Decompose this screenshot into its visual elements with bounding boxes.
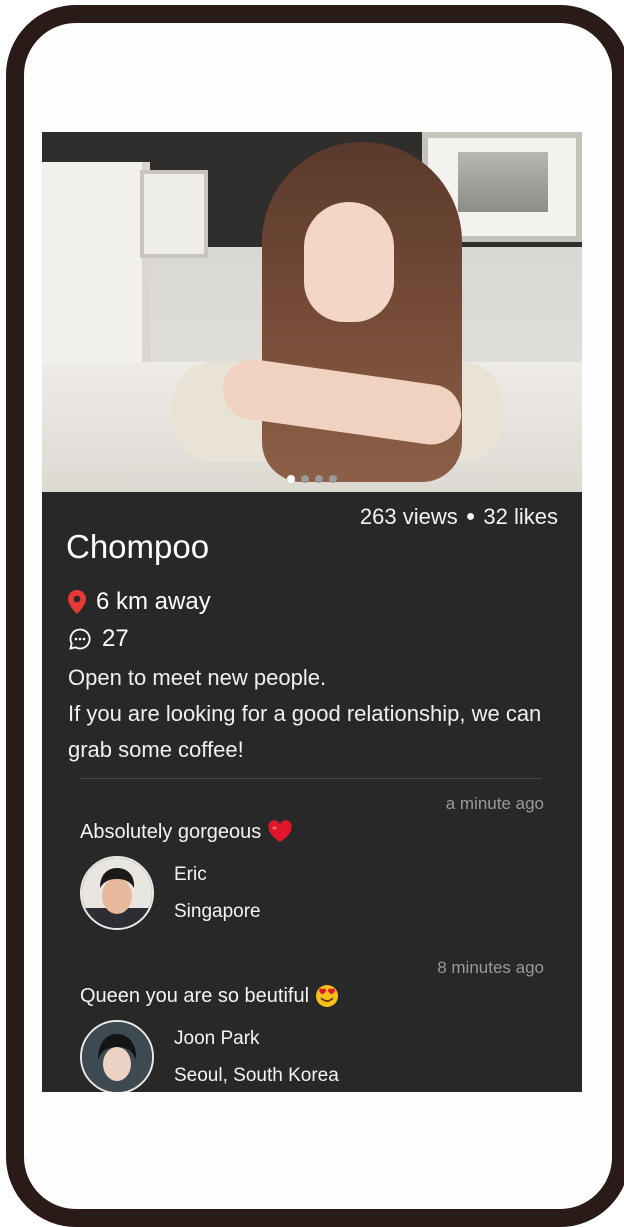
avatar[interactable] xyxy=(80,1020,154,1092)
comment-user-location: Seoul, South Korea xyxy=(174,1065,339,1086)
section-divider xyxy=(80,778,542,779)
carousel-dot[interactable] xyxy=(301,475,309,483)
profile-screen: 263 views ● 32 likes Chompoo 6 km away 2… xyxy=(42,132,582,1092)
likes-count: 32 likes xyxy=(483,504,558,529)
heart-eyes-emoji-icon xyxy=(316,985,339,1007)
carousel-dot[interactable] xyxy=(329,475,337,483)
bio-line: Open to meet new people. xyxy=(68,665,327,690)
avatar-image xyxy=(82,858,152,928)
comment-time: a minute ago xyxy=(445,794,544,813)
comment-item: 8 minutes ago Queen you are so beutiful … xyxy=(80,958,544,1092)
comment-text-row: Absolutely gorgeous xyxy=(80,820,293,844)
carousel-dots xyxy=(42,475,582,483)
carousel-dot[interactable] xyxy=(315,475,323,483)
photo-person-face xyxy=(304,202,394,322)
comment-user-location: Singapore xyxy=(174,901,261,922)
chat-bubble-icon xyxy=(69,628,91,650)
comment-text: Queen you are so beutiful xyxy=(80,984,310,1007)
avatar-image xyxy=(82,1022,152,1092)
photo-frame-art xyxy=(458,152,548,212)
profile-bio: Open to meet new people. If you are look… xyxy=(68,660,568,768)
distance-row: 6 km away xyxy=(68,588,211,616)
photo-frame-left xyxy=(42,162,150,392)
profile-stats: 263 views ● 32 likes xyxy=(360,504,558,530)
avatar[interactable] xyxy=(80,856,154,930)
bio-line: If you are looking for a good relationsh… xyxy=(68,701,542,762)
location-pin-icon xyxy=(68,590,86,614)
comment-text: Absolutely gorgeous xyxy=(80,820,262,843)
comment-user-name[interactable]: Eric xyxy=(174,864,207,886)
photo-frame-middle xyxy=(140,170,208,258)
comment-text-row: Queen you are so beutiful xyxy=(80,984,339,1008)
heart-emoji-icon xyxy=(268,820,292,842)
carousel-dot[interactable] xyxy=(287,475,295,483)
comment-time: 8 minutes ago xyxy=(437,958,544,977)
profile-name: Chompoo xyxy=(66,528,210,565)
comment-item: a minute ago Absolutely gorgeous Eric Si… xyxy=(80,794,544,944)
profile-photo[interactable] xyxy=(42,132,582,492)
comment-count: 27 xyxy=(102,625,129,652)
comment-count-row[interactable]: 27 xyxy=(68,625,129,653)
comment-user-name[interactable]: Joon Park xyxy=(174,1028,260,1050)
bullet-separator: ● xyxy=(465,508,476,525)
distance-text: 6 km away xyxy=(96,588,211,615)
views-count: 263 views xyxy=(359,504,458,529)
